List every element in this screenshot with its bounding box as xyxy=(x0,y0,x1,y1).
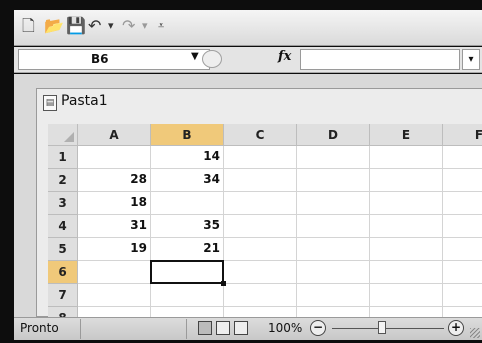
column-header-f[interactable]: F xyxy=(443,124,482,146)
name-box[interactable]: B6 ▼ xyxy=(18,49,210,70)
cell-f4[interactable] xyxy=(443,215,482,238)
row-header-7[interactable]: 7 xyxy=(48,284,78,307)
cell-e3[interactable] xyxy=(370,192,443,215)
cell-f3[interactable] xyxy=(443,192,482,215)
cell-c1[interactable] xyxy=(224,146,297,169)
cell-c7[interactable] xyxy=(224,284,297,307)
cell-a2[interactable]: 28 xyxy=(78,169,151,192)
row-header-4[interactable]: 4 xyxy=(48,215,78,238)
status-bar: Pronto 100% − + xyxy=(14,317,482,340)
page-break-view-icon[interactable] xyxy=(234,321,248,335)
cell-d3[interactable] xyxy=(297,192,370,215)
row-header-6[interactable]: 6 xyxy=(48,261,78,284)
formula-input[interactable] xyxy=(300,49,460,70)
name-box-value: B6 xyxy=(91,52,109,66)
row-header-3[interactable]: 3 xyxy=(48,192,78,215)
open-folder-icon[interactable]: 📂 xyxy=(44,16,64,36)
new-document-icon[interactable]: 🗋 xyxy=(22,16,35,36)
quick-access-toolbar: 🗋 📂 💾 ↶ ▾ ↷ ▾ ⩡ xyxy=(14,10,482,46)
chevron-down-icon[interactable]: ▼ xyxy=(191,51,199,62)
status-divider xyxy=(186,319,187,339)
workbook-title: Pasta1 xyxy=(61,93,108,109)
cell-f1[interactable] xyxy=(443,146,482,169)
redo-dropdown-icon[interactable]: ▾ xyxy=(142,16,148,36)
zoom-level[interactable]: 100% xyxy=(268,321,302,335)
cell-e5[interactable] xyxy=(370,238,443,261)
column-header-b[interactable]: B xyxy=(151,124,224,146)
select-all-icon xyxy=(64,132,74,142)
status-text: Pronto xyxy=(20,321,59,335)
cell-f7[interactable] xyxy=(443,284,482,307)
cell-a5[interactable]: 19 xyxy=(78,238,151,261)
expand-formula-bar-icon[interactable]: ▾ xyxy=(462,49,480,70)
spreadsheet-grid[interactable]: A B C D E F 1 14 2 28 34 3 18 4 31 35 5 19 21 6 7 8 xyxy=(48,124,482,318)
cell-a4[interactable]: 31 xyxy=(78,215,151,238)
cell-b3[interactable] xyxy=(151,192,224,215)
cell-d7[interactable] xyxy=(297,284,370,307)
cell-b5[interactable]: 21 xyxy=(151,238,224,261)
cell-b2[interactable]: 34 xyxy=(151,169,224,192)
column-header-e[interactable]: E xyxy=(370,124,443,146)
zoom-slider-thumb[interactable] xyxy=(378,321,386,334)
cell-e7[interactable] xyxy=(370,284,443,307)
cell-d6[interactable] xyxy=(297,261,370,284)
cell-b7[interactable] xyxy=(151,284,224,307)
select-all-corner[interactable] xyxy=(48,124,78,146)
page-layout-view-icon[interactable] xyxy=(216,321,230,335)
cell-d4[interactable] xyxy=(297,215,370,238)
column-header-c[interactable]: C xyxy=(224,124,297,146)
cell-e2[interactable] xyxy=(370,169,443,192)
cell-c3[interactable] xyxy=(224,192,297,215)
zoom-out-button[interactable]: − xyxy=(310,320,326,336)
column-header-d[interactable]: D xyxy=(297,124,370,146)
zoom-in-button[interactable]: + xyxy=(448,320,464,336)
workbook-icon[interactable]: ▤ xyxy=(43,95,57,111)
cell-b1[interactable]: 14 xyxy=(151,146,224,169)
fill-handle[interactable] xyxy=(221,281,226,286)
cell-e4[interactable] xyxy=(370,215,443,238)
cell-a6[interactable] xyxy=(78,261,151,284)
cell-d5[interactable] xyxy=(297,238,370,261)
column-header-a[interactable]: A xyxy=(78,124,151,146)
resize-grip-icon[interactable] xyxy=(470,328,480,338)
cell-e1[interactable] xyxy=(370,146,443,169)
cell-f6[interactable] xyxy=(443,261,482,284)
cell-a1[interactable] xyxy=(78,146,151,169)
cell-d1[interactable] xyxy=(297,146,370,169)
undo-dropdown-icon[interactable]: ▾ xyxy=(108,16,114,36)
zoom-slider-track[interactable] xyxy=(332,328,444,329)
cell-c5[interactable] xyxy=(224,238,297,261)
active-cell-border[interactable] xyxy=(150,260,224,284)
formula-bar-divider-icon[interactable] xyxy=(202,50,222,68)
cell-c4[interactable] xyxy=(224,215,297,238)
cell-a7[interactable] xyxy=(78,284,151,307)
cell-f2[interactable] xyxy=(443,169,482,192)
formula-bar: B6 ▼ fx ▾ xyxy=(14,47,482,73)
redo-icon[interactable]: ↷ xyxy=(122,16,135,36)
row-header-1[interactable]: 1 xyxy=(48,146,78,169)
workbook-window: ▤ Pasta1 A B C D E F 1 14 2 28 34 3 18 4 31 35 5 19 21 6 7 8 xyxy=(36,88,482,318)
status-divider xyxy=(80,319,81,339)
insert-function-icon[interactable]: fx xyxy=(278,49,291,64)
save-icon[interactable]: 💾 xyxy=(66,16,86,36)
row-header-2[interactable]: 2 xyxy=(48,169,78,192)
row-header-5[interactable]: 5 xyxy=(48,238,78,261)
normal-view-icon[interactable] xyxy=(198,321,212,335)
cell-c2[interactable] xyxy=(224,169,297,192)
cell-f5[interactable] xyxy=(443,238,482,261)
cell-c6[interactable] xyxy=(224,261,297,284)
cell-a3[interactable]: 18 xyxy=(78,192,151,215)
workbook-area: ▤ Pasta1 A B C D E F 1 14 2 28 34 3 18 4 31 35 5 19 21 6 7 8 xyxy=(14,74,482,318)
cell-d2[interactable] xyxy=(297,169,370,192)
customize-qat-icon[interactable]: ⩡ xyxy=(158,16,164,36)
cell-e6[interactable] xyxy=(370,261,443,284)
cell-b4[interactable]: 35 xyxy=(151,215,224,238)
undo-icon[interactable]: ↶ xyxy=(88,16,101,36)
